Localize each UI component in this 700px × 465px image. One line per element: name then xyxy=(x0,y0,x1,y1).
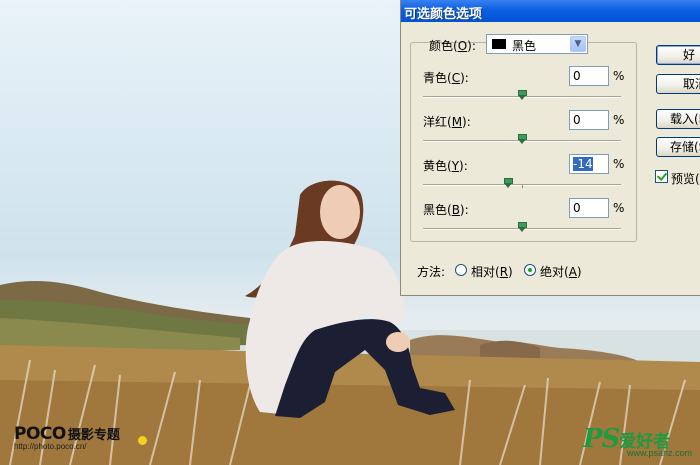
dialog-title: 可选颜色选项 xyxy=(404,7,483,22)
color-swatch xyxy=(492,39,506,49)
yellow-label: 黄色(Y): xyxy=(423,159,468,173)
absolute-radio[interactable] xyxy=(524,264,536,276)
magenta-input[interactable]: 0 xyxy=(569,110,609,130)
relative-radio-label[interactable]: 相对(R) xyxy=(471,263,513,280)
cancel-button[interactable]: 取消 xyxy=(656,74,700,94)
cyan-slider-thumb[interactable] xyxy=(518,90,527,100)
black-label: 黑色(B): xyxy=(423,203,469,217)
magenta-slider-thumb[interactable] xyxy=(518,134,527,144)
yellow-slider-center-tick xyxy=(522,185,523,188)
method-label: 方法: xyxy=(417,265,446,279)
load-button[interactable]: 载入(L xyxy=(656,109,700,129)
preview-checkbox[interactable] xyxy=(655,170,668,183)
dialog-titlebar[interactable]: 可选颜色选项 xyxy=(401,0,700,22)
poco-url: http://photo.poco.cn/ xyxy=(14,442,87,451)
relative-radio[interactable] xyxy=(455,264,467,276)
colors-label: 颜色(O): xyxy=(429,39,476,53)
colors-dropdown-value: 黑色 xyxy=(512,39,537,53)
magenta-label: 洋红(M): xyxy=(423,115,471,129)
yellow-input[interactable]: -14 xyxy=(569,154,609,174)
selective-color-dialog: 可选颜色选项 颜色(O): 黑色 ▼ 青色(C): 0 % 洋红(M): 0 %… xyxy=(400,0,700,296)
poco-watermark: POCO 摄影专题 http://photo.poco.cn/ xyxy=(14,424,120,451)
preview-label[interactable]: 预览( xyxy=(671,170,700,187)
save-button[interactable]: 存储(S xyxy=(656,137,700,157)
cyan-unit: % xyxy=(613,69,625,83)
colors-dropdown[interactable]: 黑色 ▼ xyxy=(486,34,588,54)
cyan-input[interactable]: 0 xyxy=(569,66,609,86)
psahz-brand: PS xyxy=(582,424,620,454)
black-input[interactable]: 0 xyxy=(569,198,609,218)
poco-brand: POCO xyxy=(14,424,66,444)
black-slider-thumb[interactable] xyxy=(518,222,527,232)
cyan-label: 青色(C): xyxy=(423,71,469,85)
ok-button[interactable]: 好 xyxy=(656,45,700,65)
watermark-dot xyxy=(138,436,147,445)
black-unit: % xyxy=(613,201,625,215)
psahz-watermark: PS爱好者 www.psahz.com xyxy=(583,424,692,458)
chevron-down-icon[interactable]: ▼ xyxy=(570,36,586,52)
absolute-radio-label[interactable]: 绝对(A) xyxy=(540,263,582,280)
magenta-unit: % xyxy=(613,113,625,127)
psahz-url: www.psahz.com xyxy=(626,448,692,458)
yellow-unit: % xyxy=(613,157,625,171)
yellow-slider-thumb[interactable] xyxy=(504,178,514,188)
poco-brand-cn: 摄影专题 xyxy=(67,428,120,443)
